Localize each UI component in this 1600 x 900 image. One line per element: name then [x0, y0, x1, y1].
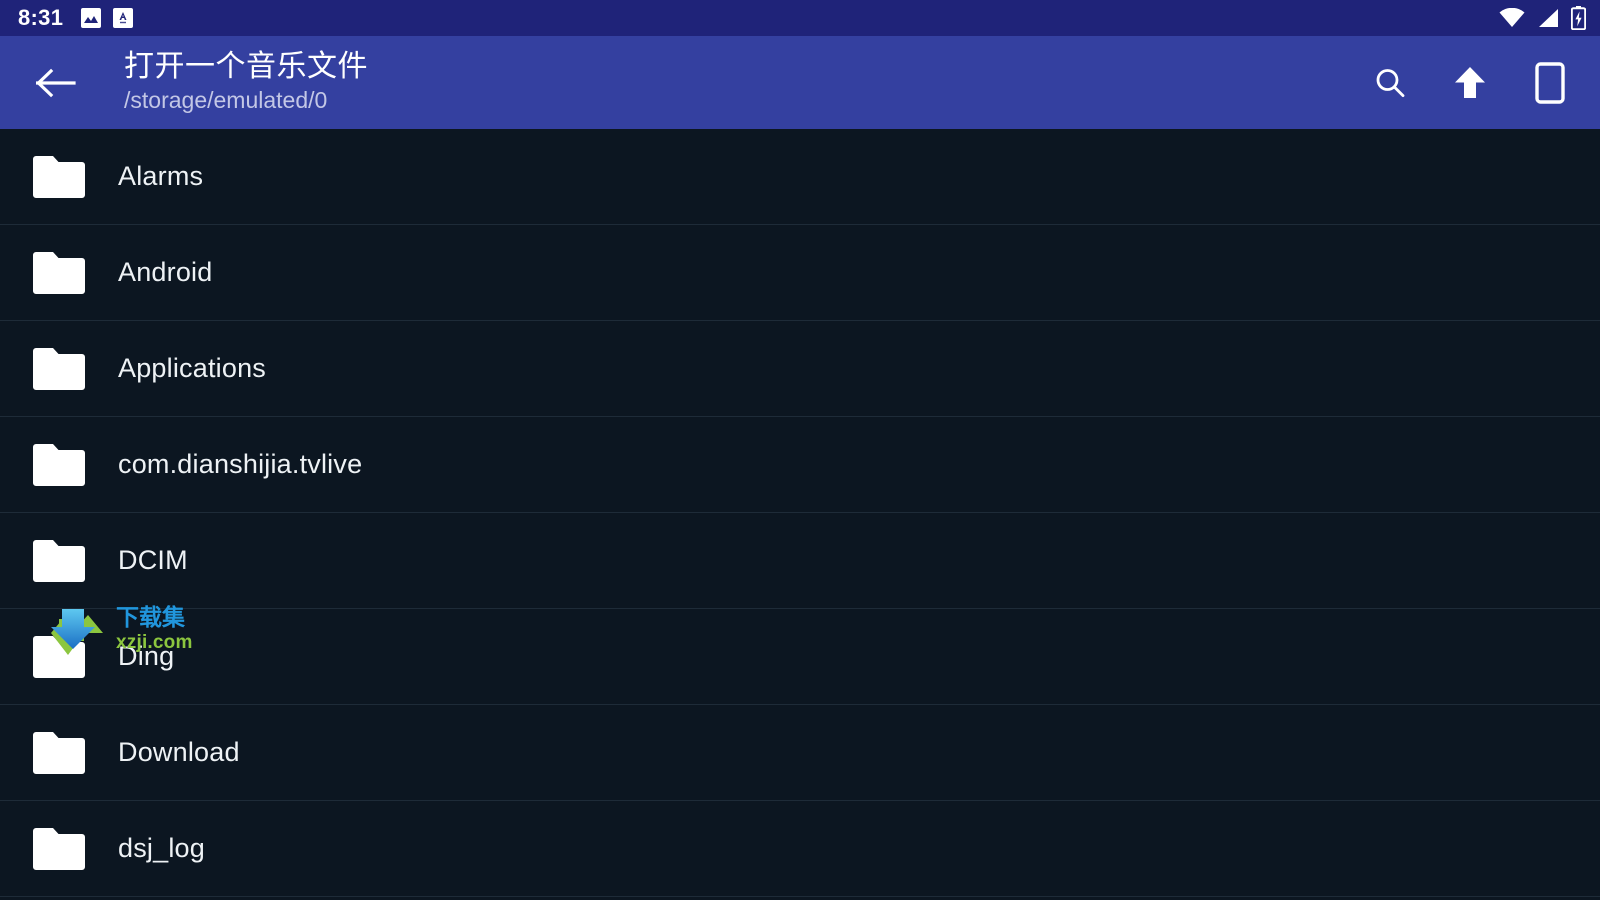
- current-path: /storage/emulated/0: [124, 87, 328, 114]
- list-item[interactable]: Android: [0, 225, 1600, 321]
- file-name: Applications: [118, 353, 266, 383]
- search-button[interactable]: [1362, 55, 1418, 111]
- battery-charging-icon: [1571, 6, 1586, 30]
- status-indicators: [1499, 6, 1586, 30]
- internal-storage-button[interactable]: [1522, 55, 1578, 111]
- list-item[interactable]: Alarms: [0, 129, 1600, 225]
- file-name: DCIM: [118, 545, 188, 575]
- app-bar-titles: 打开一个音乐文件 /storage/emulated/0: [124, 50, 368, 115]
- folder-icon: [30, 826, 88, 872]
- image-notification-icon: [81, 8, 102, 28]
- file-name: Android: [118, 257, 213, 287]
- list-item[interactable]: Applications: [0, 321, 1600, 417]
- file-name: com.dianshijia.tvlive: [118, 449, 363, 479]
- file-name: dsj_log: [118, 833, 205, 863]
- wifi-icon: [1499, 8, 1525, 28]
- folder-icon: [30, 538, 88, 584]
- folder-icon: [30, 730, 88, 776]
- status-clock: 8:31: [18, 5, 64, 30]
- list-item[interactable]: Download: [0, 705, 1600, 801]
- file-name: Ding: [118, 641, 175, 671]
- list-item[interactable]: dsj_log: [0, 801, 1600, 897]
- list-item[interactable]: Ding: [0, 609, 1600, 705]
- folder-icon: [30, 346, 88, 392]
- folder-icon: [30, 634, 88, 680]
- search-icon: [1376, 68, 1405, 97]
- back-button[interactable]: [28, 55, 84, 111]
- folder-icon: [30, 250, 88, 296]
- cell-signal-icon: [1536, 8, 1560, 28]
- list-item[interactable]: com.dianshijia.tvlive: [0, 417, 1600, 513]
- app-bar: 打开一个音乐文件 /storage/emulated/0: [0, 36, 1600, 129]
- page-title: 打开一个音乐文件: [124, 49, 368, 83]
- folder-icon: [30, 442, 88, 488]
- arrow-left-icon: [36, 68, 76, 97]
- status-notification-icons: [81, 8, 134, 28]
- file-name: Download: [118, 737, 240, 767]
- go-up-button[interactable]: [1442, 55, 1498, 111]
- app-bar-actions: [1362, 55, 1578, 111]
- list-item[interactable]: DCIM: [0, 513, 1600, 609]
- text-notification-icon: [113, 8, 134, 28]
- phone-icon: [1535, 61, 1565, 104]
- folder-icon: [30, 154, 88, 200]
- file-list[interactable]: Alarms Android Applications com.dianshij…: [0, 129, 1600, 900]
- status-bar: 8:31: [0, 0, 1600, 36]
- arrow-up-icon: [1455, 66, 1485, 98]
- file-name: Alarms: [118, 161, 204, 191]
